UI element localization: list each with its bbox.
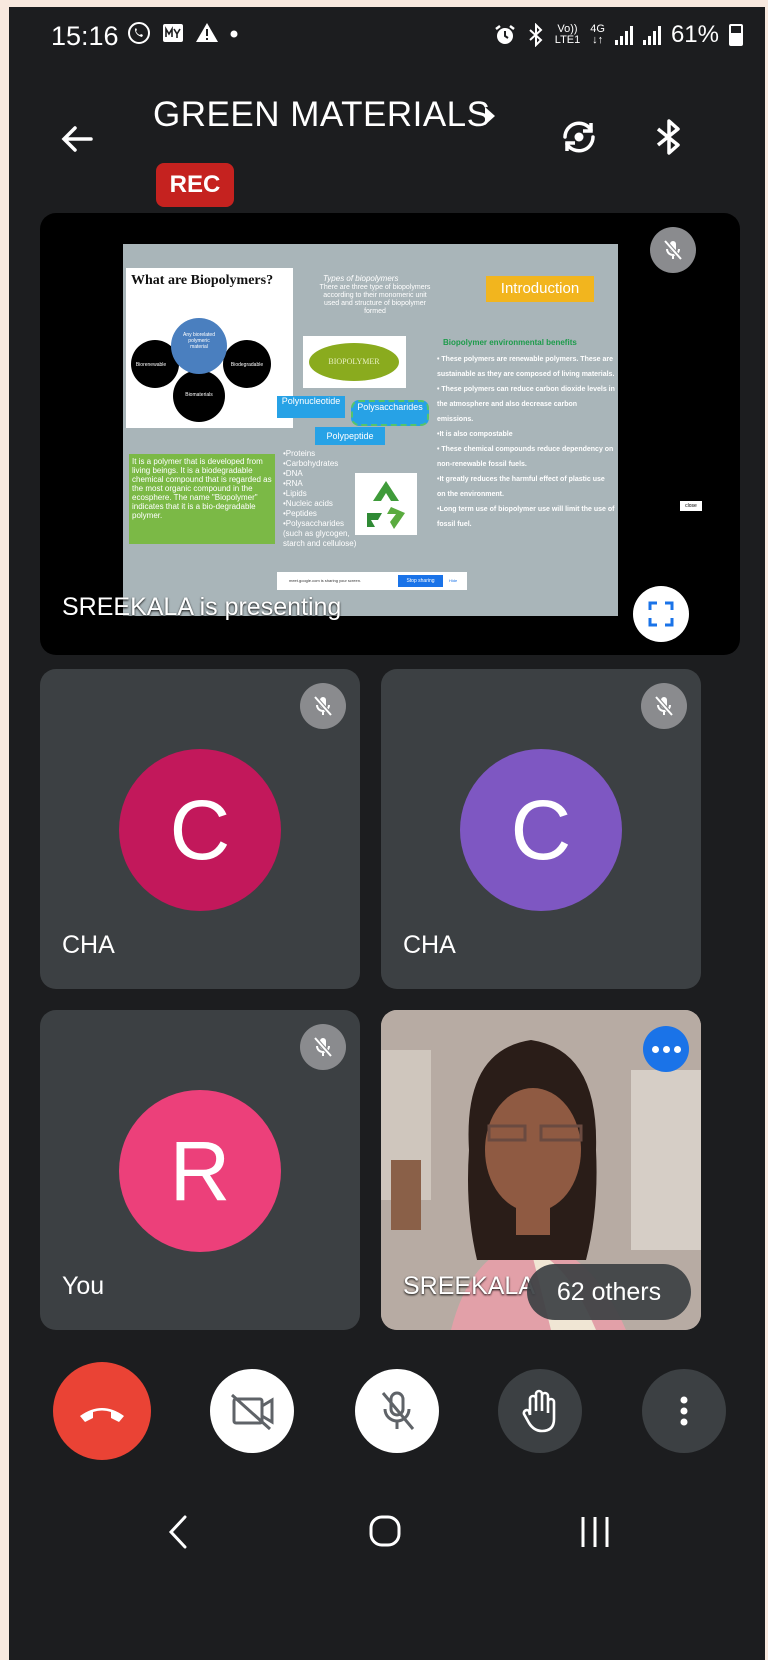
- mic-toggle-button[interactable]: [355, 1369, 439, 1453]
- self-tile[interactable]: R You: [40, 1010, 360, 1330]
- battery-percent: 61%: [670, 21, 719, 48]
- back-arrow-icon[interactable]: [57, 119, 97, 159]
- bluetooth-audio-icon[interactable]: [647, 115, 691, 159]
- slide-circle-bottom-label: Biomaterials: [185, 392, 213, 398]
- slide-types-body: There are three type of biopolymers acco…: [319, 284, 431, 315]
- slide-circle-right-label: Biodegradable: [230, 362, 264, 368]
- status-right-icons: Vo)) LTE1 4G ↓↑ 61%: [493, 21, 743, 49]
- volte-bottom: LTE1: [554, 34, 581, 46]
- slide-benefit: •Long term use of biopolymer use will li…: [437, 506, 615, 528]
- slide-heading: What are Biopolymers?: [131, 273, 274, 288]
- end-call-icon: [80, 1408, 124, 1422]
- presentation-tile[interactable]: What are Biopolymers? Any biorelated pol…: [40, 213, 740, 655]
- avatar: R: [119, 1090, 281, 1252]
- slide-benefits-list: • These polymers are renewable polymers.…: [437, 352, 615, 532]
- bluetooth-icon: [529, 23, 543, 47]
- more-vert-icon: [680, 1396, 688, 1426]
- mic-off-icon: [313, 695, 333, 717]
- slide-example: •Nucleic acids: [283, 499, 333, 508]
- participant-tile[interactable]: C CHA: [40, 669, 360, 989]
- slide-polypeptide: Polypeptide: [315, 427, 385, 445]
- slide-benefit: • These polymers can reduce carbon dioxi…: [437, 386, 615, 423]
- presenting-label: SREEKALA is presenting: [62, 593, 342, 621]
- slide-example: •Proteins: [283, 449, 316, 458]
- slide-intro-label: Introduction: [486, 276, 594, 302]
- stop-sharing-button: Stop sharing: [398, 575, 443, 587]
- battery-icon: [729, 24, 743, 46]
- muted-badge: [300, 1024, 346, 1070]
- slide-example: •Carbohydrates: [283, 459, 339, 468]
- slide-circle-center-label: Any biorelated polymeric material: [183, 332, 215, 350]
- volte-indicator: Vo)) LTE1: [555, 24, 580, 46]
- title-caret-icon[interactable]: [485, 107, 495, 125]
- mic-off-icon: [663, 239, 683, 261]
- muted-badge: [300, 683, 346, 729]
- myjio-icon: [163, 24, 183, 42]
- share-banner: meet.google.com is sharing your screen. …: [277, 572, 467, 590]
- hide-button: Hide: [449, 578, 458, 583]
- alarm-icon: [495, 25, 515, 44]
- nav-home-icon[interactable]: [365, 1507, 405, 1557]
- signal-icon-2: [642, 25, 661, 45]
- slide-examples-list: •Proteins •Carbohydrates •DNA •RNA •Lipi…: [283, 449, 363, 549]
- nav-recents-icon[interactable]: [575, 1507, 615, 1557]
- signal-icon: [614, 25, 633, 45]
- status-bar: 15:16 Vo)) LTE1 4G ↓↑ 61%: [9, 7, 765, 67]
- end-call-button[interactable]: [53, 1362, 151, 1460]
- raise-hand-button[interactable]: [498, 1369, 582, 1453]
- slide-types-title: Types of biopolymers: [323, 274, 399, 283]
- status-left-icons: [127, 21, 239, 45]
- slide-benefit: •It greatly reduces the harmful effect o…: [437, 476, 605, 498]
- close-tag: close: [680, 501, 702, 511]
- fullscreen-button[interactable]: [633, 586, 689, 642]
- participant-tile[interactable]: C CHA: [381, 669, 701, 989]
- recycle-icon: [355, 473, 417, 535]
- network-indicator: 4G ↓↑: [590, 23, 605, 46]
- mic-off-icon: [313, 1036, 333, 1058]
- raise-hand-icon: [522, 1389, 556, 1433]
- shared-slide: What are Biopolymers? Any biorelated pol…: [123, 244, 618, 616]
- slide-example: •Peptides: [283, 509, 317, 518]
- muted-badge: [650, 227, 696, 273]
- slide-biopolymer-ellipse: BIOPOLYMER: [309, 343, 399, 381]
- switch-camera-icon[interactable]: [557, 115, 601, 159]
- phone-screen: 15:16 Vo)) LTE1 4G ↓↑ 61% GREEN MATERIAL…: [9, 7, 765, 1660]
- more-options-button[interactable]: [643, 1026, 689, 1072]
- slide-example: •Lipids: [283, 489, 307, 498]
- camera-off-icon: [230, 1393, 274, 1431]
- slide-example: •RNA: [283, 479, 303, 488]
- slide-example: •Polysaccharides (such as glycogen, star…: [283, 519, 357, 548]
- recording-badge: REC: [156, 163, 234, 207]
- slide-benefit: •It is also compostable: [437, 431, 513, 438]
- mic-off-icon: [654, 695, 674, 717]
- status-time: 15:16: [51, 21, 119, 51]
- slide-benefit: • These chemical compounds reduce depend…: [437, 446, 614, 468]
- mic-off-icon: [381, 1391, 415, 1430]
- whatsapp-icon: [128, 22, 150, 44]
- notification-dot-icon: [230, 30, 238, 38]
- slide-benefit: • These polymers are renewable polymers.…: [437, 356, 615, 378]
- slide-example: •DNA: [283, 469, 303, 478]
- slide-definition: It is a polymer that is developed from l…: [132, 457, 272, 520]
- more-options-menu-button[interactable]: [642, 1369, 726, 1453]
- slide-circle-left-label: Biorenewable: [135, 362, 167, 368]
- participant-name: CHA: [62, 931, 115, 959]
- participant-name: CHA: [403, 931, 456, 959]
- warning-icon: [196, 23, 218, 42]
- slide-benefits-title: Biopolymer environmental benefits: [443, 338, 577, 347]
- slide-polysaccharides: Polysaccharides: [351, 400, 429, 426]
- fullscreen-icon: [648, 601, 674, 627]
- muted-badge: [641, 683, 687, 729]
- participant-name: SREEKALA: [403, 1272, 536, 1300]
- avatar: C: [460, 749, 622, 911]
- share-text: meet.google.com is sharing your screen.: [289, 578, 362, 583]
- participant-name: You: [62, 1272, 105, 1300]
- camera-toggle-button[interactable]: [210, 1369, 294, 1453]
- meeting-title[interactable]: GREEN MATERIALS: [153, 95, 490, 135]
- avatar: C: [119, 749, 281, 911]
- others-count-pill[interactable]: 62 others: [527, 1264, 691, 1320]
- slide-polynucleotide: Polynucleotide: [277, 396, 345, 418]
- nav-back-icon[interactable]: [157, 1507, 197, 1557]
